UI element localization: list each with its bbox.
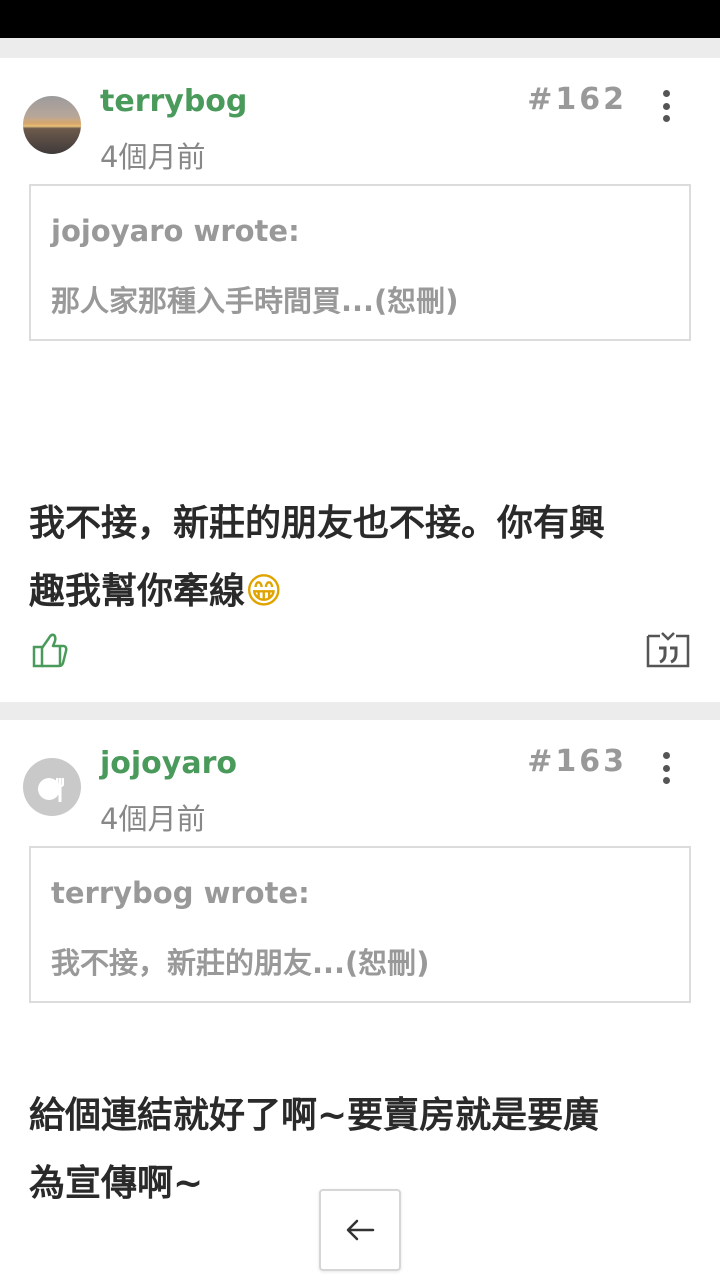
quote-text: 那人家那種入手時間買...(恕刪)	[51, 284, 459, 318]
avatar[interactable]	[23, 758, 81, 816]
quote-block: jojoyaro wrote: 那人家那種入手時間買...(恕刪)	[29, 184, 691, 341]
username[interactable]: terrybog	[100, 84, 247, 119]
grin-emoji: 😁	[245, 571, 283, 612]
quote-author: jojoyaro wrote:	[51, 214, 300, 248]
quote-block: terrybog wrote: 我不接，新莊的朋友...(恕刪)	[29, 846, 691, 1003]
more-vertical-icon[interactable]	[652, 750, 680, 786]
post-number: #162	[527, 82, 627, 117]
post-body: 我不接，新莊的朋友也不接。你有興 趣我幫你牽線😁	[29, 490, 689, 626]
quote-reply-icon	[646, 632, 690, 668]
quote-author: terrybog wrote:	[51, 876, 310, 910]
more-vertical-icon[interactable]	[652, 88, 680, 124]
arrow-left-icon	[346, 1219, 375, 1241]
post-time: 4個月前	[100, 802, 206, 836]
default-avatar-icon	[38, 778, 64, 802]
post-body-line: 我不接，新莊的朋友也不接。你有興	[29, 503, 606, 544]
post-time: 4個月前	[100, 140, 206, 174]
status-bar	[0, 0, 720, 38]
quote-text: 我不接，新莊的朋友...(恕刪)	[51, 946, 430, 980]
post-body-line: 趣我幫你牽線	[29, 571, 246, 612]
back-button[interactable]	[319, 1189, 401, 1271]
post-card: terrybog 4個月前 #162 jojoyaro wrote: 那人家那種…	[0, 58, 720, 702]
quote-reply-button[interactable]	[646, 632, 690, 670]
post-body-line: 給個連結就好了啊~要賣房就是要廣	[29, 1095, 600, 1136]
like-button[interactable]	[30, 630, 70, 670]
thumbs-up-icon	[32, 633, 68, 668]
post-number: #163	[527, 744, 627, 779]
avatar[interactable]	[23, 96, 81, 154]
username[interactable]: jojoyaro	[100, 746, 237, 781]
